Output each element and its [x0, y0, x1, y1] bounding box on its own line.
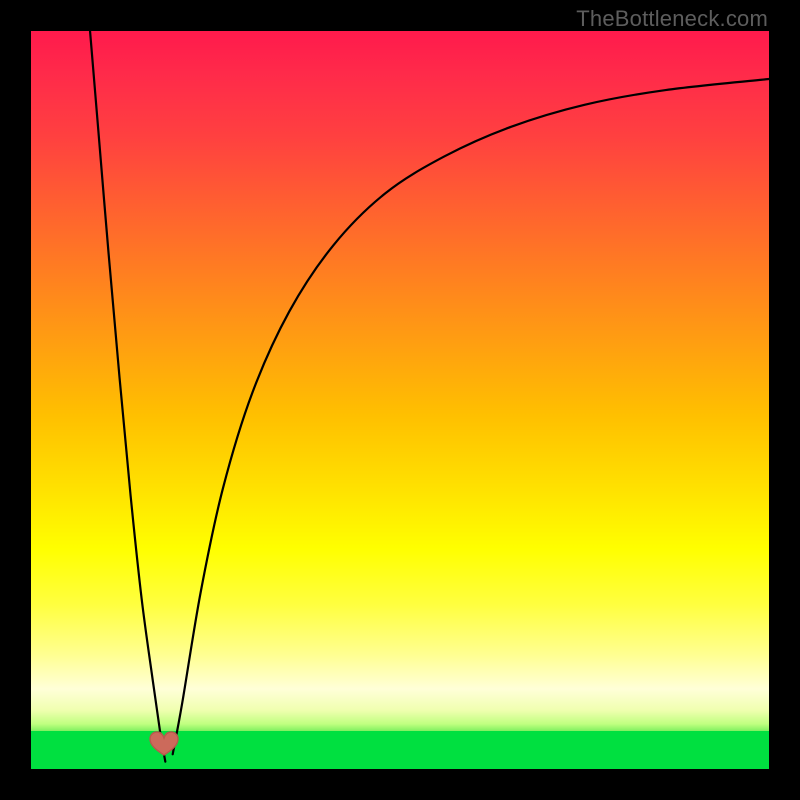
bottleneck-curve	[31, 31, 769, 769]
watermark-text: TheBottleneck.com	[576, 6, 768, 32]
heart-icon	[147, 728, 181, 758]
chart-frame	[31, 31, 769, 769]
